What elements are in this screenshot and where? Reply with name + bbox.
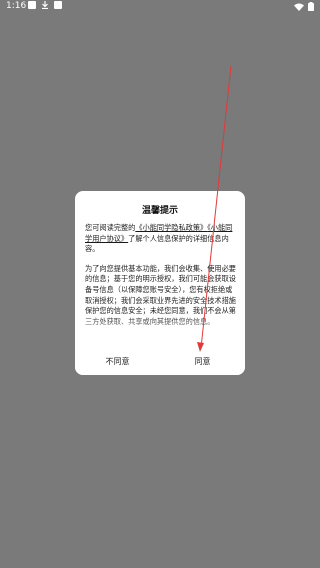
arrow-head (197, 342, 204, 352)
arrow-line (200, 65, 232, 349)
annotation-arrow (197, 65, 232, 352)
